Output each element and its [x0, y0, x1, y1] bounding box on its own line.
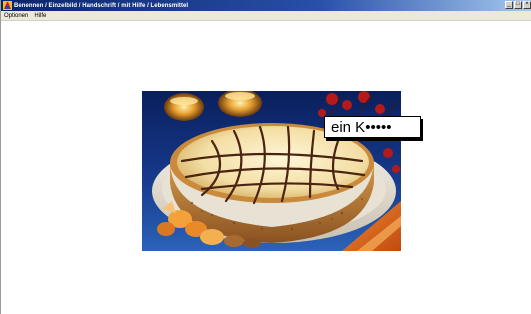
menu-bar: Optionen Hilfe: [1, 11, 531, 21]
minimize-button[interactable]: _: [505, 1, 513, 9]
application-window: Benennen / Einzelbild / Handschrift / mi…: [0, 0, 531, 314]
title-bar[interactable]: Benennen / Einzelbild / Handschrift / mi…: [1, 0, 531, 11]
answer-hint-box[interactable]: ein K•••••: [324, 116, 421, 138]
answer-hint-text: ein K•••••: [331, 118, 392, 136]
menu-item-hilfe[interactable]: Hilfe: [31, 13, 49, 19]
window-controls: _ □ ×: [505, 1, 531, 9]
close-icon: ×: [525, 1, 529, 7]
menu-item-optionen[interactable]: Optionen: [1, 13, 31, 19]
window-title: Benennen / Einzelbild / Handschrift / mi…: [14, 2, 189, 9]
stimulus-image: [142, 91, 401, 251]
maximize-icon: □: [516, 1, 520, 7]
close-button[interactable]: ×: [523, 1, 531, 9]
maximize-button[interactable]: □: [514, 1, 522, 9]
minimize-icon: _: [507, 1, 511, 7]
cake-photo-icon: [142, 91, 401, 251]
app-icon: [3, 1, 12, 10]
